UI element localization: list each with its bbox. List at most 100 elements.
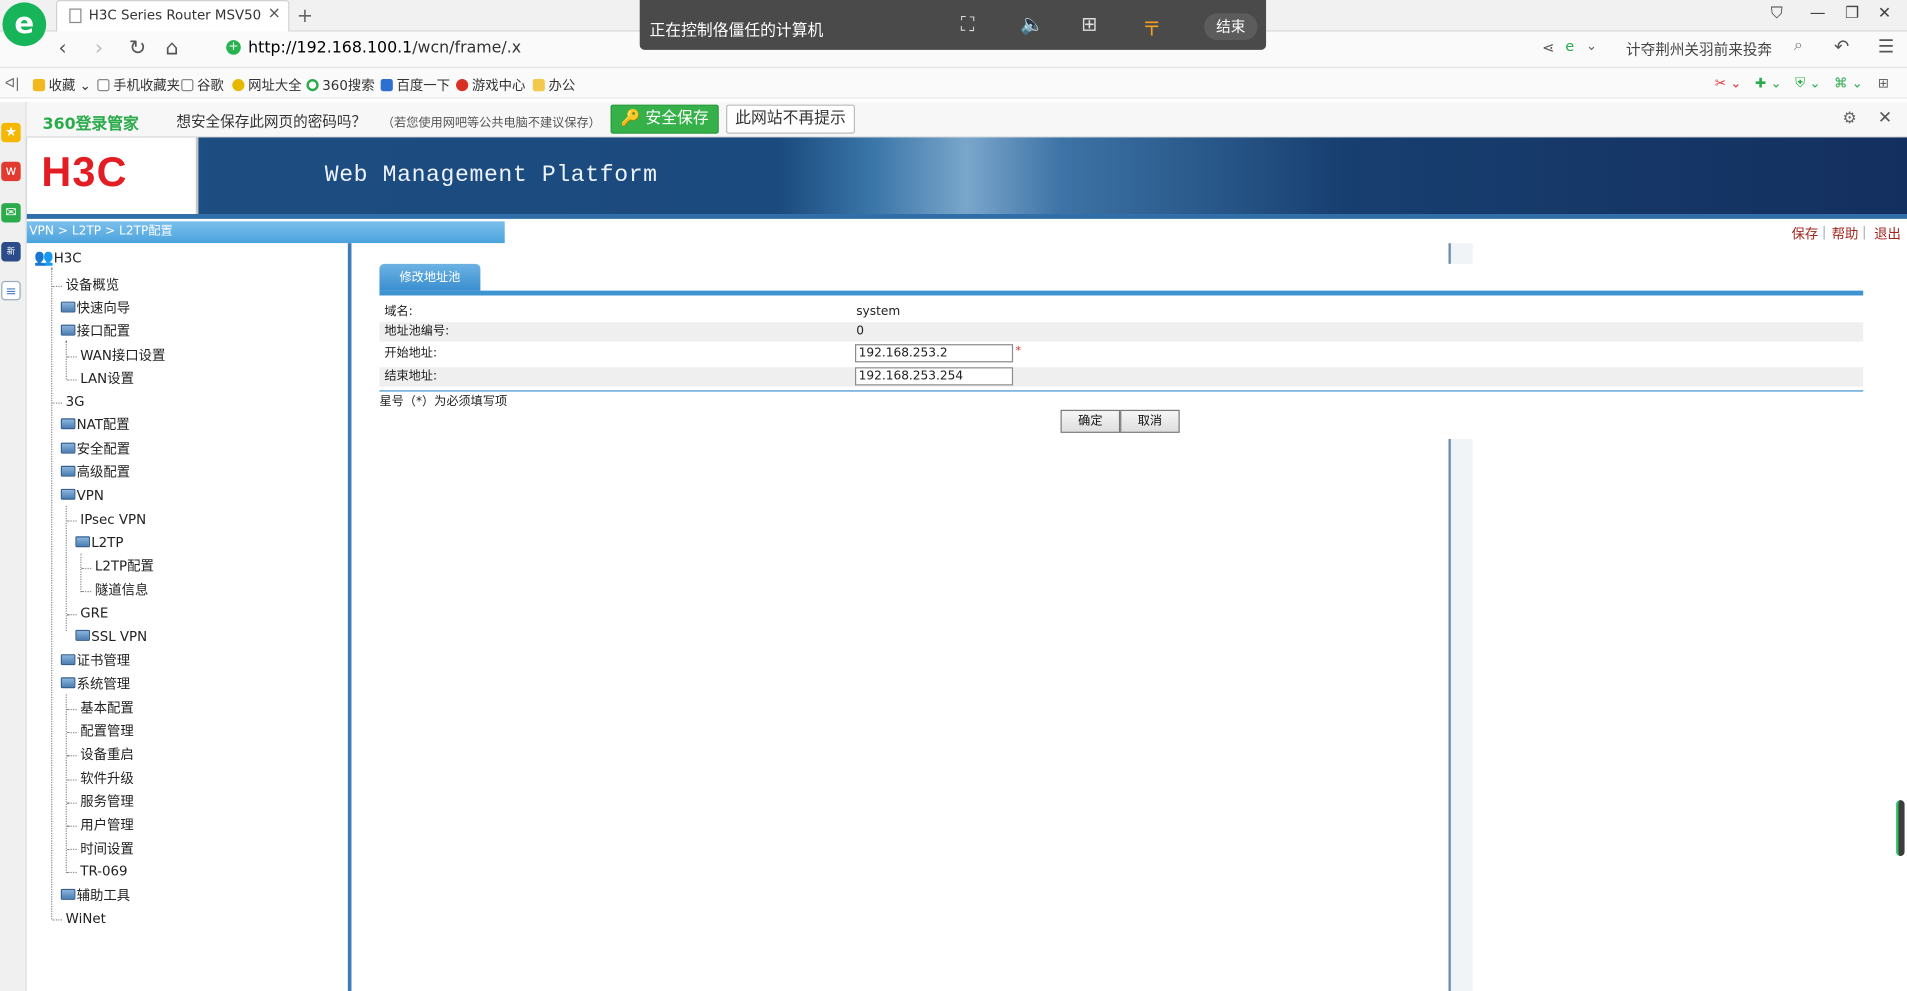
form-bottom-border xyxy=(379,390,1864,392)
volume-icon[interactable]: 🔈 xyxy=(1020,12,1044,35)
tab-title: H3C Series Router MSV50 xyxy=(88,7,262,24)
close-tab-icon[interactable]: × xyxy=(268,5,281,23)
ok-button[interactable]: 确定 xyxy=(1060,409,1121,433)
tree-item-l2tp[interactable]: L2TP xyxy=(75,535,123,552)
start-address-input[interactable] xyxy=(854,344,1014,363)
back-icon[interactable]: ‹ xyxy=(58,36,66,60)
tree-root[interactable]: 👥H3C xyxy=(34,250,82,267)
end-address-label: 结束地址: xyxy=(384,369,438,384)
translate-icon[interactable]: ✚ ⌄ xyxy=(1755,75,1782,91)
speed-mode-icon[interactable]: e xyxy=(1565,38,1574,55)
tree-item-wizard[interactable]: 快速向导 xyxy=(60,300,130,317)
cancel-button[interactable]: 取消 xyxy=(1120,409,1180,433)
tab-edit-pool[interactable]: 修改地址池 xyxy=(379,263,481,291)
search-icon[interactable]: ⌕ xyxy=(1794,36,1803,54)
bookmark-item[interactable]: 收藏 ⌄ xyxy=(32,75,91,94)
apps-grid-icon[interactable]: ⊞ xyxy=(1878,75,1889,91)
pin-icon[interactable]: 〒 xyxy=(1142,12,1161,41)
scrollbar-thumb[interactable] xyxy=(1896,800,1905,857)
forward-icon[interactable]: › xyxy=(95,36,103,60)
tree-item-services[interactable]: 服务管理 xyxy=(80,794,134,811)
game-controller-icon[interactable]: ⌘ ⌄ xyxy=(1834,75,1863,91)
tree-item-interface[interactable]: 接口配置 xyxy=(60,323,130,340)
fullscreen-icon[interactable]: ⛶ xyxy=(961,12,975,36)
restore-button[interactable]: ❐ xyxy=(1845,5,1859,23)
shield-icon[interactable]: ⛨ ⌄ xyxy=(1795,75,1821,92)
new-tab-button[interactable]: + xyxy=(297,4,313,27)
tree-item-ipsec[interactable]: IPsec VPN xyxy=(80,512,146,529)
gear-icon[interactable]: ⚙ xyxy=(1843,109,1857,127)
tree-item-3g[interactable]: 3G xyxy=(66,394,85,411)
bookmark-item[interactable]: 网址大全 xyxy=(232,75,302,94)
safe-save-button[interactable]: 🔑 安全保存 xyxy=(610,104,719,134)
undo-icon[interactable]: ↶ xyxy=(1834,35,1849,57)
chevron-down-icon[interactable]: ⌄ xyxy=(1586,38,1597,54)
tree-item-security[interactable]: 安全配置 xyxy=(60,441,130,458)
notes-icon[interactable]: ≡ xyxy=(1,280,21,301)
tree-item-advanced[interactable]: 高级配置 xyxy=(60,465,130,482)
tree-item-reboot[interactable]: 设备重启 xyxy=(80,747,134,764)
weibo-icon[interactable]: w xyxy=(1,161,21,182)
tree-item-users[interactable]: 用户管理 xyxy=(80,817,134,834)
breadcrumb-row: VPN > L2TP > L2TP配置 保存 | 帮助 | 退出 xyxy=(26,221,1907,244)
browser-tab[interactable]: H3C Series Router MSV50 × xyxy=(55,0,290,32)
bookmark-item[interactable]: 办公 xyxy=(532,75,575,94)
search-input[interactable]: 计夺荆州关羽前来投奔 xyxy=(1626,39,1772,60)
bookmark-item[interactable]: 谷歌 xyxy=(181,75,224,94)
favorites-icon[interactable]: ★ xyxy=(1,122,21,143)
tree-item-config-mgmt[interactable]: 配置管理 xyxy=(80,724,134,741)
tree-item-tr069[interactable]: TR-069 xyxy=(80,863,127,880)
tree-item-wan[interactable]: WAN接口设置 xyxy=(80,348,165,365)
share-icon[interactable]: ⋖ xyxy=(1542,39,1554,56)
key-icon: 🔑 xyxy=(620,109,641,128)
tree-item-tunnel-info[interactable]: 隧道信息 xyxy=(95,582,149,599)
tree-item-system[interactable]: 系统管理 xyxy=(60,676,130,693)
tree-item-cert[interactable]: 证书管理 xyxy=(60,653,130,670)
tree-item-time[interactable]: 时间设置 xyxy=(80,841,134,858)
bookmark-item[interactable]: 百度一下 xyxy=(380,75,450,94)
tree-item-lan[interactable]: LAN设置 xyxy=(80,371,134,388)
save-link[interactable]: 保存 xyxy=(1791,224,1818,243)
breadcrumb: VPN > L2TP > L2TP配置 xyxy=(26,221,505,244)
skin-icon[interactable]: ⛉ xyxy=(1771,5,1783,23)
no-prompt-button[interactable]: 此网站不再提示 xyxy=(726,104,855,134)
domain-value: system xyxy=(856,305,901,319)
logout-link[interactable]: 退出 xyxy=(1874,224,1901,243)
tree-item-nat[interactable]: NAT配置 xyxy=(60,417,130,434)
required-note: 星号（*）为必须填写项 xyxy=(379,395,508,409)
tree-item-ssl-vpn[interactable]: SSL VPN xyxy=(75,629,147,646)
help-link[interactable]: 帮助 xyxy=(1832,224,1859,243)
tree-item-basic[interactable]: 基本配置 xyxy=(80,700,134,717)
bookmark-item[interactable]: 360搜索 xyxy=(306,75,375,94)
tree-item-vpn[interactable]: VPN xyxy=(60,488,104,505)
close-window-button[interactable]: ✕ xyxy=(1878,5,1891,23)
tree-item-overview[interactable]: 设备概览 xyxy=(66,277,120,294)
end-address-input[interactable] xyxy=(854,367,1014,386)
folder-icon xyxy=(60,442,76,454)
bookmark-item[interactable]: 手机收藏夹 xyxy=(97,75,180,94)
window-icon[interactable]: ⊞ xyxy=(1081,12,1097,35)
sidebar-toggle-icon[interactable]: ᐊ| xyxy=(5,75,20,91)
home-icon[interactable]: ⌂ xyxy=(165,36,178,60)
login-manager-brand: 360登录管家 xyxy=(42,115,139,134)
tree-item-tools[interactable]: 辅助工具 xyxy=(60,888,130,905)
remote-status-text: 正在控制佫僵任的计算机 xyxy=(649,21,824,41)
folder-icon xyxy=(532,79,545,92)
tree-item-winet[interactable]: WiNet xyxy=(66,911,106,928)
tree-item-l2tp-config[interactable]: L2TP配置 xyxy=(95,558,154,575)
reload-icon[interactable]: ↻ xyxy=(129,36,146,60)
scissors-icon[interactable]: ✂ ⌄ xyxy=(1715,75,1742,91)
mail-icon[interactable]: ✉ xyxy=(1,203,21,223)
browser-logo-icon: e xyxy=(2,2,47,47)
remote-control-bar: 正在控制佫僵任的计算机 ⛶ 🔈 ⊞ 〒 结束 xyxy=(639,0,1267,50)
bookmark-item[interactable]: 游戏中心 xyxy=(456,75,525,94)
tree-item-gre[interactable]: GRE xyxy=(80,606,108,623)
minimize-button[interactable]: — xyxy=(1810,5,1826,23)
news-icon[interactable]: 新 xyxy=(1,241,21,262)
menu-icon[interactable]: ☰ xyxy=(1878,35,1894,57)
tree-item-upgrade[interactable]: 软件升级 xyxy=(80,771,134,788)
close-icon[interactable]: ✕ xyxy=(1878,108,1892,127)
end-remote-button[interactable]: 结束 xyxy=(1204,13,1258,41)
folder-icon xyxy=(60,888,76,900)
phone-icon xyxy=(97,79,110,92)
